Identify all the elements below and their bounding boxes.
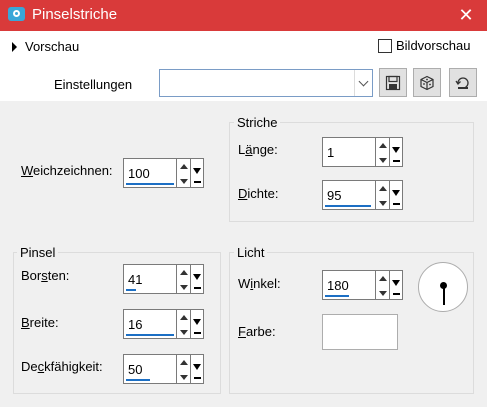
decrement-arrow-icon[interactable] — [376, 153, 389, 167]
width-value: 16 — [128, 317, 143, 332]
width-spinner[interactable]: 16 — [123, 309, 204, 339]
width-label: Breite: — [21, 315, 59, 330]
increment-arrow-icon[interactable] — [177, 310, 190, 324]
preview-preset-area: Vorschau Bildvorschau Einstellungen — [0, 31, 487, 101]
bristles-stepper[interactable] — [177, 264, 191, 294]
density-stepper[interactable] — [376, 180, 390, 210]
presets-label: Einstellungen — [54, 77, 133, 92]
image-preview-checkbox[interactable]: Bildvorschau — [378, 38, 470, 53]
decrement-arrow-icon[interactable] — [177, 174, 190, 188]
close-icon[interactable]: ✕ — [455, 4, 477, 26]
opacity-spinner[interactable]: 50 — [123, 354, 204, 384]
blur-stepper[interactable] — [177, 158, 191, 188]
reset-defaults-button[interactable] — [449, 68, 477, 97]
increment-arrow-icon[interactable] — [177, 355, 190, 369]
blur-spinner[interactable]: 100 — [123, 158, 204, 188]
slider-dropdown-icon[interactable] — [191, 158, 204, 188]
bristles-input[interactable]: 41 — [123, 264, 177, 294]
opacity-stepper[interactable] — [177, 354, 191, 384]
length-stepper[interactable] — [376, 137, 390, 167]
bristles-level-bar — [126, 289, 136, 291]
angle-spinner[interactable]: 180 — [322, 270, 403, 300]
slider-dropdown-icon[interactable] — [390, 180, 403, 210]
angle-stepper[interactable] — [376, 270, 390, 300]
dice-icon — [420, 75, 434, 90]
slider-dropdown-icon[interactable] — [191, 264, 204, 294]
presets-dropdown[interactable] — [159, 69, 373, 97]
preview-expander[interactable]: Vorschau — [12, 39, 79, 54]
angle-input[interactable]: 180 — [322, 270, 376, 300]
width-input[interactable]: 16 — [123, 309, 177, 339]
length-value: 1 — [327, 145, 335, 160]
image-preview-label: Bildvorschau — [396, 38, 471, 53]
increment-arrow-icon[interactable] — [177, 265, 190, 279]
save-preset-button[interactable] — [379, 68, 407, 97]
density-level-bar — [325, 205, 371, 207]
randomize-button[interactable] — [413, 68, 441, 97]
slider-dropdown-icon[interactable] — [390, 270, 403, 300]
slider-dropdown-icon[interactable] — [191, 309, 204, 339]
chevron-down-icon[interactable] — [354, 70, 372, 96]
angle-level-bar — [325, 295, 349, 297]
increment-arrow-icon[interactable] — [376, 271, 389, 285]
increment-arrow-icon[interactable] — [376, 138, 389, 152]
bristles-label: Borsten: — [21, 268, 70, 283]
strokes-group-title: Striche — [234, 115, 281, 130]
opacity-input[interactable]: 50 — [123, 354, 177, 384]
decrement-arrow-icon[interactable] — [376, 286, 389, 300]
expand-triangle-icon — [12, 41, 17, 52]
title-bar: Pinselstriche ✕ — [0, 0, 487, 31]
opacity-level-bar — [126, 379, 150, 381]
window-title: Pinselstriche — [32, 6, 118, 23]
increment-arrow-icon[interactable] — [376, 181, 389, 195]
blur-label: Weichzeichnen: — [21, 163, 113, 178]
brush-group-title: Pinsel — [17, 245, 59, 260]
blur-level-bar — [126, 183, 174, 185]
density-spinner[interactable]: 95 — [322, 180, 403, 210]
slider-dropdown-icon[interactable] — [390, 137, 403, 167]
light-group-title: Licht — [234, 245, 268, 260]
angle-value: 180 — [327, 278, 349, 293]
reset-icon — [455, 76, 469, 89]
density-label: Dichte: — [238, 186, 279, 201]
width-stepper[interactable] — [177, 309, 191, 339]
length-input[interactable]: 1 — [322, 137, 376, 167]
length-spinner[interactable]: 1 — [322, 137, 403, 167]
dial-knob-icon — [440, 282, 447, 289]
bristles-value: 41 — [128, 272, 143, 287]
length-label: Länge: — [238, 142, 278, 157]
decrement-arrow-icon[interactable] — [376, 196, 389, 210]
blur-value: 100 — [128, 166, 150, 181]
slider-dropdown-icon[interactable] — [191, 354, 204, 384]
angle-dial[interactable] — [418, 262, 468, 312]
opacity-value: 50 — [128, 362, 143, 377]
density-value: 95 — [327, 188, 342, 203]
width-level-bar — [126, 334, 174, 336]
angle-label: Winkel: — [238, 276, 281, 291]
preview-label: Vorschau — [25, 39, 80, 54]
increment-arrow-icon[interactable] — [177, 159, 190, 173]
camera-app-icon — [8, 7, 25, 21]
checkbox-box[interactable] — [378, 38, 392, 53]
color-label: Farbe: — [238, 324, 276, 339]
density-input[interactable]: 95 — [322, 180, 376, 210]
decrement-arrow-icon[interactable] — [177, 325, 190, 339]
opacity-label: Deckfähigkeit: — [21, 359, 103, 374]
decrement-arrow-icon[interactable] — [177, 280, 190, 294]
light-color-swatch[interactable] — [322, 314, 398, 350]
decrement-arrow-icon[interactable] — [177, 370, 190, 384]
blur-input[interactable]: 100 — [123, 158, 177, 188]
bristles-spinner[interactable]: 41 — [123, 264, 204, 294]
floppy-disk-icon — [385, 75, 401, 90]
